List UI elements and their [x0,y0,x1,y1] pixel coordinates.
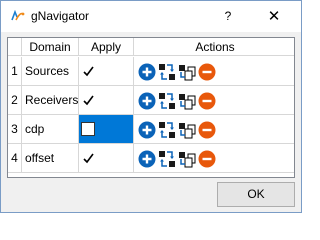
swap-icon[interactable] [158,92,176,110]
apply-cell-sources[interactable] [79,57,134,86]
checkmark-icon[interactable] [82,94,95,107]
checkmark-icon[interactable] [82,152,95,165]
domain-cell-receivers[interactable]: Receivers [22,86,79,115]
swap-icon[interactable] [158,63,176,81]
domain-cell-cdp[interactable]: cdp [22,115,79,144]
remove-icon[interactable] [198,63,216,81]
app-icon [11,10,25,21]
actions-cell-cdp [134,115,294,144]
copy-icon[interactable] [178,92,196,110]
add-icon[interactable] [138,150,156,168]
apply-checkbox-editor[interactable] [81,122,95,136]
domain-cell-offset[interactable]: offset [22,144,79,173]
row-header-4[interactable]: 4 [8,144,22,173]
add-icon[interactable] [138,63,156,81]
header-apply[interactable]: Apply [79,38,134,56]
apply-cell-cdp[interactable] [79,115,134,144]
row-header-1[interactable]: 1 [8,57,22,86]
row-header-2[interactable]: 2 [8,86,22,115]
title-bar: gNavigator ? ✕ [1,1,301,32]
apply-cell-receivers[interactable] [79,86,134,115]
header-actions[interactable]: Actions [134,38,294,56]
swap-icon[interactable] [158,121,176,139]
ok-button[interactable]: OK [217,182,295,207]
remove-icon[interactable] [198,121,216,139]
actions-cell-receivers [134,86,294,115]
corner-header[interactable] [8,38,22,56]
swap-icon[interactable] [158,150,176,168]
actions-cell-offset [134,144,294,173]
window-title: gNavigator [31,9,90,23]
remove-icon[interactable] [198,92,216,110]
add-icon[interactable] [138,92,156,110]
copy-icon[interactable] [178,121,196,139]
actions-cell-sources [134,57,294,86]
domain-table: Domain Apply Actions 1 Sources 2 Receive… [7,37,295,178]
dialog-window: gNavigator ? ✕ Domain Apply Actions 1 So… [0,0,302,213]
close-button[interactable]: ✕ [259,1,289,32]
header-domain[interactable]: Domain [22,38,79,56]
add-icon[interactable] [138,121,156,139]
domain-cell-sources[interactable]: Sources [22,57,79,86]
apply-cell-offset[interactable] [79,144,134,173]
copy-icon[interactable] [178,150,196,168]
help-button[interactable]: ? [213,1,243,32]
copy-icon[interactable] [178,63,196,81]
checkmark-icon[interactable] [82,65,95,78]
row-header-3[interactable]: 3 [8,115,22,144]
remove-icon[interactable] [198,150,216,168]
